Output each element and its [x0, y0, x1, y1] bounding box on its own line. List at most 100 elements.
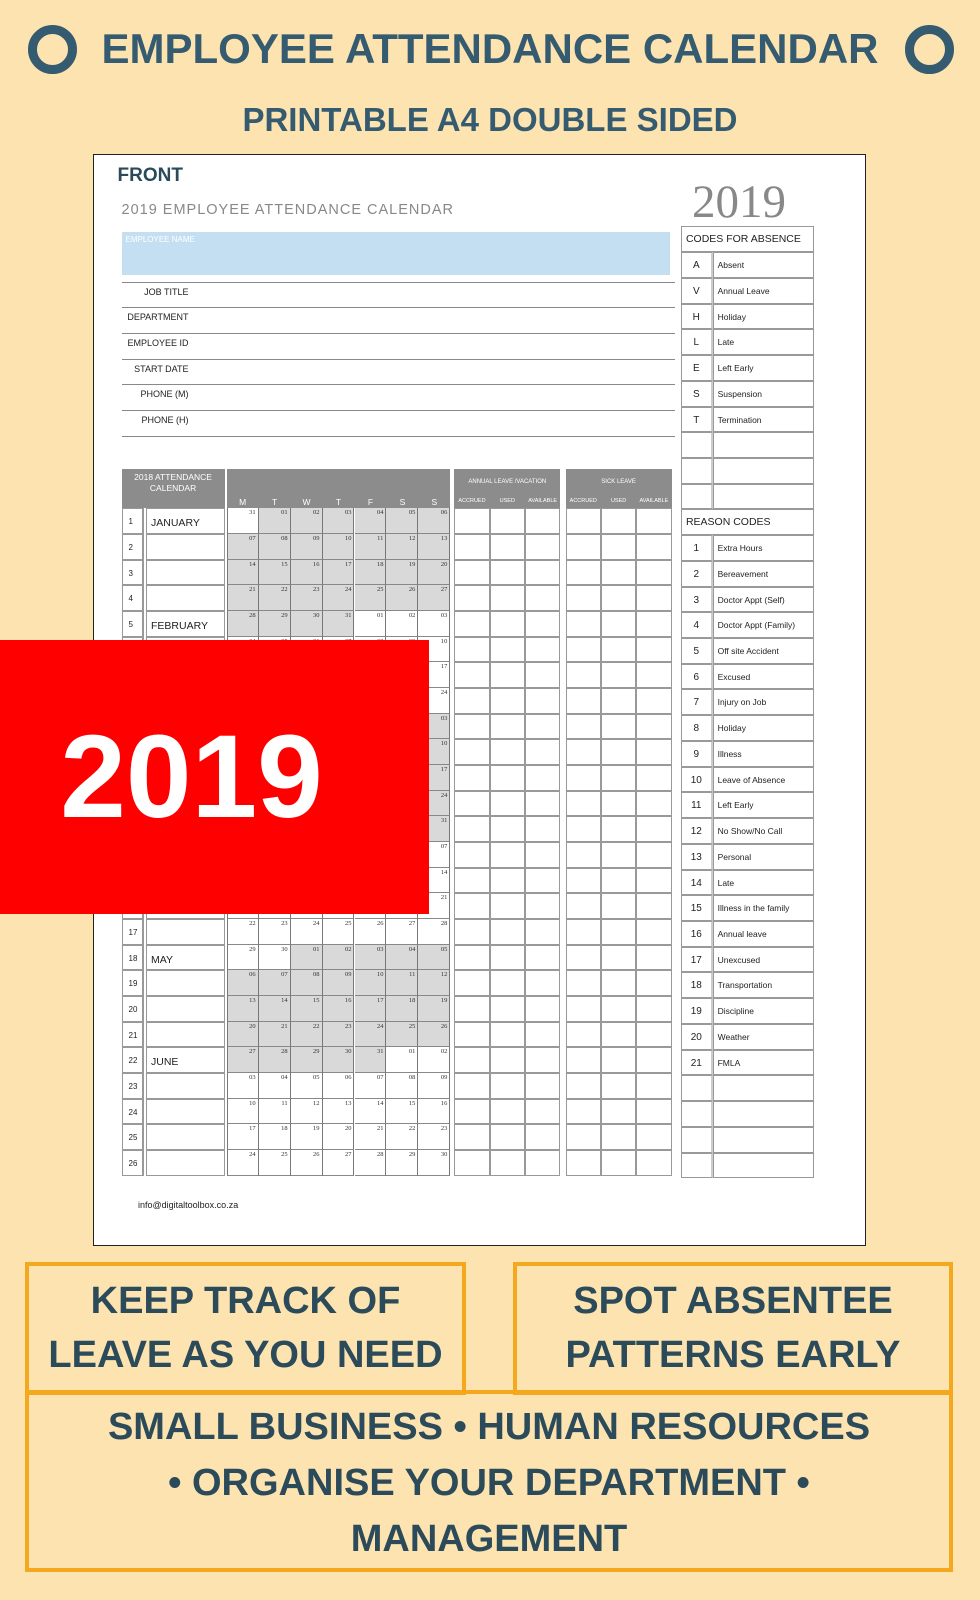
sick-leave-cell[interactable] — [565, 816, 601, 842]
calendar-day[interactable]: 02 — [290, 508, 323, 534]
calendar-day[interactable]: 24 — [290, 918, 323, 945]
calendar-day[interactable]: 20 — [322, 1124, 355, 1151]
annual-leave-cell[interactable] — [489, 1098, 525, 1125]
annual-leave-cell[interactable] — [489, 713, 525, 740]
field-input-department[interactable] — [196, 308, 671, 332]
annual-leave-cell[interactable] — [524, 687, 561, 714]
calendar-day[interactable]: 11 — [386, 970, 419, 996]
calendar-day[interactable]: 05 — [386, 508, 419, 534]
calendar-day[interactable]: 30 — [322, 1047, 355, 1073]
employee-name-field[interactable]: EMPLOYEE NAME — [121, 231, 670, 275]
calendar-day[interactable]: 14 — [354, 1098, 387, 1125]
calendar-day[interactable]: 15 — [258, 559, 291, 586]
calendar-day[interactable]: 26 — [418, 1021, 451, 1048]
annual-leave-cell[interactable] — [524, 790, 561, 817]
calendar-day[interactable]: 19 — [418, 995, 451, 1022]
calendar-day[interactable]: 22 — [386, 1124, 419, 1151]
calendar-day[interactable]: 28 — [418, 918, 451, 945]
calendar-day[interactable]: 05 — [290, 1073, 323, 1099]
annual-leave-cell[interactable] — [524, 508, 561, 534]
annual-leave-cell[interactable] — [489, 918, 525, 945]
calendar-day[interactable]: 20 — [418, 559, 451, 586]
sick-leave-cell[interactable] — [565, 636, 601, 663]
annual-leave-cell[interactable] — [454, 559, 490, 586]
sick-leave-cell[interactable] — [636, 533, 672, 560]
sick-leave-cell[interactable] — [565, 1073, 601, 1099]
calendar-day[interactable]: 14 — [258, 995, 291, 1022]
sick-leave-cell[interactable] — [600, 893, 637, 919]
sick-leave-cell[interactable] — [636, 508, 672, 534]
sick-leave-cell[interactable] — [600, 867, 637, 894]
sick-leave-cell[interactable] — [600, 918, 637, 945]
annual-leave-cell[interactable] — [489, 687, 525, 714]
sick-leave-cell[interactable] — [636, 1150, 672, 1176]
annual-leave-cell[interactable] — [454, 841, 490, 868]
calendar-day[interactable]: 04 — [258, 1073, 291, 1099]
sick-leave-cell[interactable] — [600, 1150, 637, 1176]
calendar-day[interactable]: 13 — [226, 995, 259, 1022]
sick-leave-cell[interactable] — [565, 1150, 601, 1176]
calendar-day[interactable]: 31 — [354, 1047, 387, 1073]
calendar-day[interactable]: 29 — [226, 944, 259, 971]
annual-leave-cell[interactable] — [524, 918, 561, 945]
sick-leave-cell[interactable] — [565, 1047, 601, 1073]
annual-leave-cell[interactable] — [454, 970, 490, 996]
sick-leave-cell[interactable] — [565, 893, 601, 919]
sick-leave-cell[interactable] — [600, 816, 637, 842]
annual-leave-cell[interactable] — [489, 1021, 525, 1048]
annual-leave-cell[interactable] — [524, 841, 561, 868]
calendar-day[interactable]: 07 — [354, 1073, 387, 1099]
calendar-day[interactable]: 11 — [258, 1098, 291, 1125]
calendar-day[interactable]: 10 — [354, 970, 387, 996]
calendar-day[interactable]: 18 — [258, 1124, 291, 1151]
annual-leave-cell[interactable] — [489, 610, 525, 637]
annual-leave-cell[interactable] — [524, 533, 561, 560]
calendar-day[interactable]: 23 — [290, 585, 323, 611]
sick-leave-cell[interactable] — [565, 610, 601, 637]
calendar-day[interactable]: 03 — [354, 944, 387, 971]
sick-leave-cell[interactable] — [600, 662, 637, 688]
annual-leave-cell[interactable] — [454, 893, 490, 919]
sick-leave-cell[interactable] — [565, 944, 601, 971]
sick-leave-cell[interactable] — [600, 1073, 637, 1099]
sick-leave-cell[interactable] — [565, 713, 601, 740]
annual-leave-cell[interactable] — [454, 636, 490, 663]
sick-leave-cell[interactable] — [636, 816, 672, 842]
annual-leave-cell[interactable] — [454, 764, 490, 791]
calendar-day[interactable]: 09 — [418, 1073, 451, 1099]
calendar-day[interactable]: 16 — [418, 1098, 451, 1125]
calendar-day[interactable]: 23 — [258, 918, 291, 945]
sick-leave-cell[interactable] — [636, 1073, 672, 1099]
sick-leave-cell[interactable] — [636, 713, 672, 740]
calendar-day[interactable]: 26 — [386, 585, 419, 611]
calendar-day[interactable]: 17 — [226, 1124, 259, 1151]
annual-leave-cell[interactable] — [489, 790, 525, 817]
calendar-day[interactable]: 12 — [418, 970, 451, 996]
annual-leave-cell[interactable] — [489, 662, 525, 688]
calendar-day[interactable]: 29 — [290, 1047, 323, 1073]
calendar-day[interactable]: 01 — [354, 610, 387, 637]
calendar-day[interactable]: 28 — [354, 1150, 387, 1176]
annual-leave-cell[interactable] — [454, 1098, 490, 1125]
calendar-day[interactable]: 02 — [418, 1047, 451, 1073]
sick-leave-cell[interactable] — [600, 970, 637, 996]
sick-leave-cell[interactable] — [636, 867, 672, 894]
sick-leave-cell[interactable] — [636, 995, 672, 1022]
sick-leave-cell[interactable] — [636, 559, 672, 586]
annual-leave-cell[interactable] — [489, 1047, 525, 1073]
sick-leave-cell[interactable] — [600, 508, 637, 534]
annual-leave-cell[interactable] — [524, 585, 561, 611]
calendar-day[interactable]: 08 — [290, 970, 323, 996]
calendar-day[interactable]: 06 — [226, 970, 259, 996]
calendar-day[interactable]: 05 — [418, 944, 451, 971]
calendar-day[interactable]: 03 — [226, 1073, 259, 1099]
calendar-day[interactable]: 30 — [258, 944, 291, 971]
sick-leave-cell[interactable] — [600, 944, 637, 971]
calendar-day[interactable]: 29 — [258, 610, 291, 637]
annual-leave-cell[interactable] — [454, 610, 490, 637]
annual-leave-cell[interactable] — [489, 1073, 525, 1099]
field-input-start-date[interactable] — [196, 360, 671, 384]
annual-leave-cell[interactable] — [524, 893, 561, 919]
calendar-day[interactable]: 26 — [354, 918, 387, 945]
calendar-day[interactable]: 27 — [226, 1047, 259, 1073]
